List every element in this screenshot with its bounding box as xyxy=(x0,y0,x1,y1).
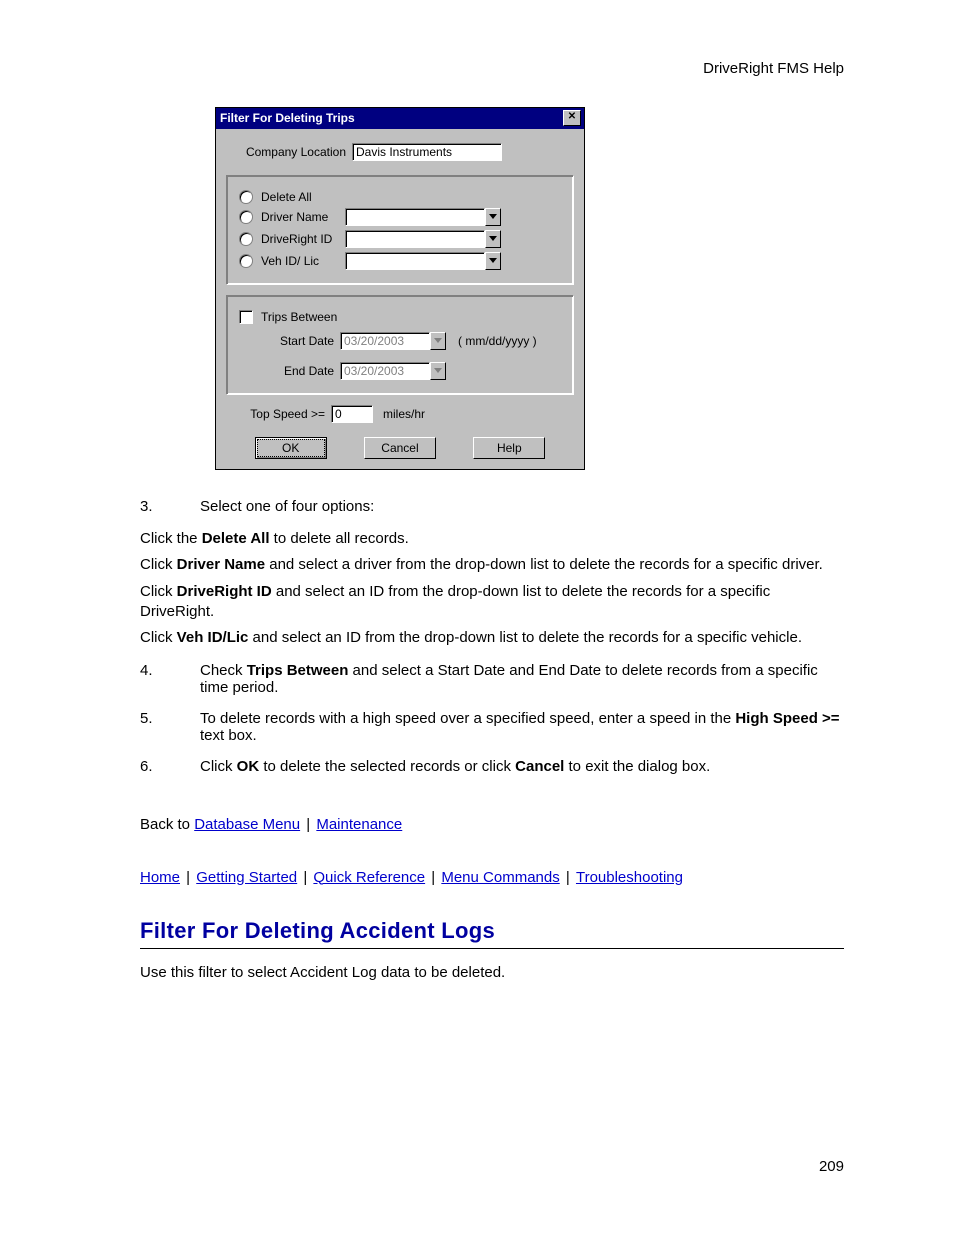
filter-options-group: Delete All Driver Name DriveRight ID xyxy=(226,175,574,285)
link-maintenance[interactable]: Maintenance xyxy=(316,816,402,833)
step-6: 6. Click OK to delete the selected recor… xyxy=(140,758,844,775)
end-date-combo[interactable]: 03/20/2003 xyxy=(340,362,446,380)
company-location-field[interactable]: Davis Instruments xyxy=(352,143,502,161)
instruction-driver-name: Click Driver Name and select a driver fr… xyxy=(140,555,844,575)
back-to-links: Back to Database Menu | Maintenance xyxy=(140,815,844,835)
instruction-driveright-id: Click DriveRight ID and select an ID fro… xyxy=(140,582,844,623)
section-intro: Use this filter to select Accident Log d… xyxy=(140,963,844,983)
cancel-button[interactable]: Cancel xyxy=(364,437,436,459)
radio-driver-name-label: Driver Name xyxy=(261,210,345,224)
footer-nav: Home | Getting Started | Quick Reference… xyxy=(140,868,844,888)
dropdown-icon[interactable] xyxy=(485,208,501,226)
radio-veh-id-lic[interactable] xyxy=(239,254,253,268)
radio-veh-id-lic-label: Veh ID/ Lic xyxy=(261,254,345,268)
step-4: 4. Check Trips Between and select a Star… xyxy=(140,662,844,696)
end-date-label: End Date xyxy=(239,364,340,378)
date-format-hint: ( mm/dd/yyyy ) xyxy=(458,334,537,348)
page-number: 209 xyxy=(819,1158,844,1175)
top-speed-field[interactable]: 0 xyxy=(331,405,373,423)
company-location-label: Company Location xyxy=(236,145,352,159)
page-header: DriveRight FMS Help xyxy=(140,60,844,77)
step-text: Check Trips Between and select a Start D… xyxy=(200,662,844,696)
ok-button[interactable]: OK xyxy=(255,437,327,459)
step-3: 3. Select one of four options: xyxy=(140,498,844,515)
ok-button-label: OK xyxy=(257,439,325,457)
start-date-value: 03/20/2003 xyxy=(340,332,430,350)
trips-between-group: Trips Between Start Date 03/20/2003 ( mm… xyxy=(226,295,574,395)
link-home[interactable]: Home xyxy=(140,869,180,886)
close-icon: ✕ xyxy=(568,111,576,122)
dropdown-icon[interactable] xyxy=(430,332,446,350)
start-date-label: Start Date xyxy=(239,334,340,348)
end-date-value: 03/20/2003 xyxy=(340,362,430,380)
radio-driveright-id[interactable] xyxy=(239,232,253,246)
step-number: 4. xyxy=(140,662,200,696)
instruction-delete-all: Click the Delete All to delete all recor… xyxy=(140,529,844,549)
heading-rule xyxy=(140,948,844,949)
step-number: 5. xyxy=(140,710,200,744)
link-troubleshooting[interactable]: Troubleshooting xyxy=(576,869,683,886)
dialog-body: Company Location Davis Instruments Delet… xyxy=(216,129,584,469)
radio-delete-all-label: Delete All xyxy=(261,190,312,204)
driveright-id-combo[interactable] xyxy=(345,230,501,248)
radio-driveright-id-label: DriveRight ID xyxy=(261,232,345,246)
link-getting-started[interactable]: Getting Started xyxy=(196,869,297,886)
step-text: Click OK to delete the selected records … xyxy=(200,758,710,775)
driver-name-combo[interactable] xyxy=(345,208,501,226)
dialog-title: Filter For Deleting Trips xyxy=(220,111,355,125)
radio-driver-name[interactable] xyxy=(239,210,253,224)
filter-dialog: Filter For Deleting Trips ✕ Company Loca… xyxy=(215,107,585,470)
veh-id-lic-combo[interactable] xyxy=(345,252,501,270)
step-number: 3. xyxy=(140,498,200,515)
link-database-menu[interactable]: Database Menu xyxy=(194,816,300,833)
step-text: To delete records with a high speed over… xyxy=(200,710,844,744)
dropdown-icon[interactable] xyxy=(485,230,501,248)
step-text: Select one of four options: xyxy=(200,498,374,515)
start-date-combo[interactable]: 03/20/2003 xyxy=(340,332,446,350)
trips-between-label: Trips Between xyxy=(261,310,337,324)
radio-delete-all[interactable] xyxy=(239,190,253,204)
top-speed-label: Top Speed >= xyxy=(230,407,331,421)
dialog-titlebar: Filter For Deleting Trips ✕ xyxy=(216,108,584,129)
step-number: 6. xyxy=(140,758,200,775)
close-button[interactable]: ✕ xyxy=(563,110,581,126)
link-quick-reference[interactable]: Quick Reference xyxy=(313,869,425,886)
instruction-veh-id-lic: Click Veh ID/Lic and select an ID from t… xyxy=(140,628,844,648)
section-heading: Filter For Deleting Accident Logs xyxy=(140,918,844,944)
step-5: 5. To delete records with a high speed o… xyxy=(140,710,844,744)
dropdown-icon[interactable] xyxy=(430,362,446,380)
top-speed-units: miles/hr xyxy=(383,407,425,421)
help-button[interactable]: Help xyxy=(473,437,545,459)
trips-between-checkbox[interactable] xyxy=(239,310,253,324)
dropdown-icon[interactable] xyxy=(485,252,501,270)
link-menu-commands[interactable]: Menu Commands xyxy=(441,869,559,886)
